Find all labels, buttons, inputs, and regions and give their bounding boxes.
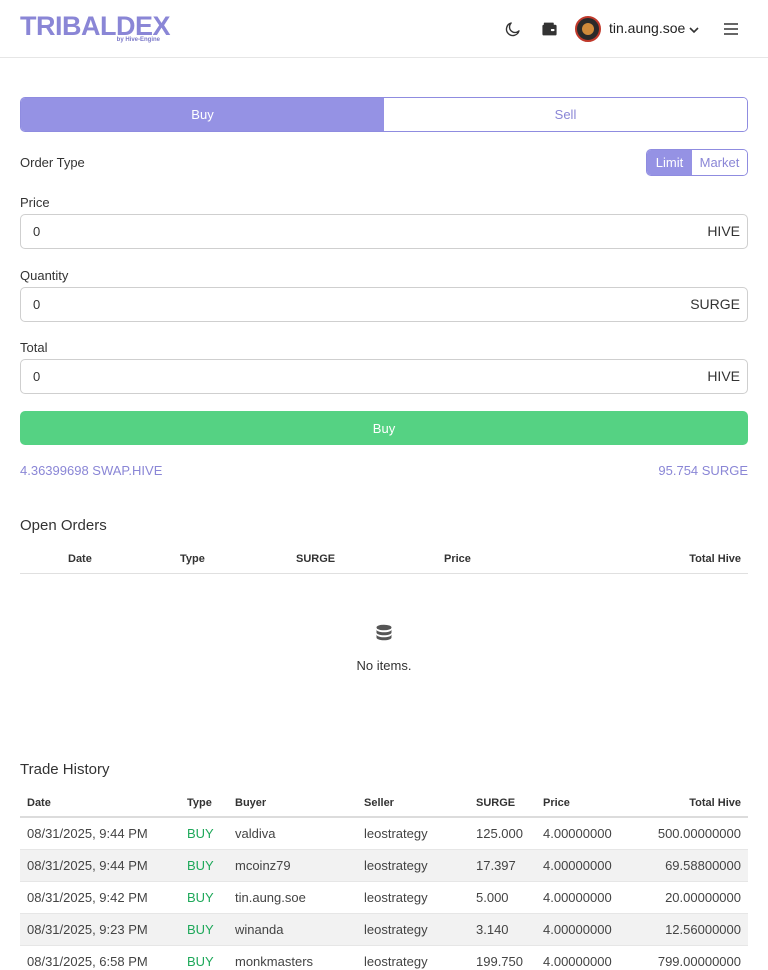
trade-type: BUY <box>187 890 214 905</box>
trade-total: 799.00000000 <box>657 954 741 969</box>
trade-total: 20.00000000 <box>665 890 741 905</box>
total-label: Total <box>20 340 48 355</box>
total-value: 0 <box>33 369 41 384</box>
column-header: Date <box>68 553 92 565</box>
trade-total: 500.00000000 <box>657 826 741 841</box>
trade-buyer[interactable]: mcoinz79 <box>235 858 291 873</box>
trade-seller[interactable]: leostrategy <box>364 890 428 905</box>
trade-total: 69.58800000 <box>665 858 741 873</box>
trade-buyer[interactable]: tin.aung.soe <box>235 890 306 905</box>
wallet-icon[interactable] <box>538 18 560 40</box>
column-header: Buyer <box>235 797 267 809</box>
price-input[interactable]: 0 HIVE <box>20 214 748 249</box>
column-header: SURGE <box>296 553 336 565</box>
total-input[interactable]: 0 HIVE <box>20 359 748 394</box>
column-header: Price <box>543 797 570 809</box>
trade-date: 08/31/2025, 6:58 PM <box>27 954 148 969</box>
trade-date: 08/31/2025, 9:44 PM <box>27 826 148 841</box>
trade-buyer[interactable]: valdiva <box>235 826 275 841</box>
trade-seller[interactable]: leostrategy <box>364 826 428 841</box>
username[interactable]: tin.aung.soe <box>609 20 685 36</box>
trade-type: BUY <box>187 826 214 841</box>
trade-surge: 5.000 <box>476 890 509 905</box>
order-type-toggle: Limit Market <box>646 149 748 176</box>
trade-price: 4.00000000 <box>543 858 612 873</box>
trade-type: BUY <box>187 954 214 969</box>
column-header: Seller <box>364 797 394 809</box>
open-orders-header: Date Type SURGE Price Total Hive <box>20 547 748 574</box>
column-header: Type <box>180 553 205 565</box>
trade-surge: 17.397 <box>476 858 516 873</box>
trade-date: 08/31/2025, 9:23 PM <box>27 922 148 937</box>
trade-total: 12.56000000 <box>665 922 741 937</box>
logo-subtext: by Hive-Engine <box>116 37 160 43</box>
tab-buy[interactable]: Buy <box>21 98 384 131</box>
table-row: 08/31/2025, 9:42 PM BUY tin.aung.soe leo… <box>20 882 748 914</box>
order-type-label: Order Type <box>20 155 85 170</box>
limit-button[interactable]: Limit <box>647 150 692 175</box>
surge-balance[interactable]: 95.754 SURGE <box>658 463 748 478</box>
trade-price: 4.00000000 <box>543 826 612 841</box>
buy-submit-button[interactable]: Buy <box>20 411 748 445</box>
trade-history-header: Date Type Buyer Seller SURGE Price Total… <box>20 792 748 818</box>
avatar[interactable] <box>575 16 601 42</box>
database-icon <box>375 624 393 644</box>
trade-type: BUY <box>187 858 214 873</box>
quantity-unit: SURGE <box>690 296 740 312</box>
trade-seller[interactable]: leostrategy <box>364 954 428 969</box>
trade-date: 08/31/2025, 9:42 PM <box>27 890 148 905</box>
table-row: 08/31/2025, 9:44 PM BUY valdiva leostrat… <box>20 818 748 850</box>
trade-seller[interactable]: leostrategy <box>364 858 428 873</box>
trade-surge: 125.000 <box>476 826 523 841</box>
chevron-down-icon[interactable] <box>688 23 700 35</box>
price-unit: HIVE <box>707 223 740 239</box>
open-orders-title: Open Orders <box>20 517 107 534</box>
trade-date: 08/31/2025, 9:44 PM <box>27 858 148 873</box>
quantity-label: Quantity <box>20 268 69 283</box>
column-header: Total Hive <box>689 553 741 565</box>
menu-icon[interactable] <box>720 18 742 40</box>
column-header: Price <box>444 553 471 565</box>
moon-icon[interactable] <box>502 18 524 40</box>
trade-price: 4.00000000 <box>543 890 612 905</box>
trade-history-title: Trade History <box>20 761 110 778</box>
top-header: TRIBALDEX by Hive-Engine tin.aung.soe <box>0 0 768 58</box>
price-label: Price <box>20 195 50 210</box>
empty-state-text: No items. <box>356 658 412 673</box>
trade-buyer[interactable]: monkmasters <box>235 954 313 969</box>
column-header: Type <box>187 797 212 809</box>
tab-sell[interactable]: Sell <box>384 98 747 131</box>
table-row: 08/31/2025, 9:23 PM BUY winanda leostrat… <box>20 914 748 946</box>
trade-surge: 199.750 <box>476 954 523 969</box>
trade-type: BUY <box>187 922 214 937</box>
column-header: Date <box>27 797 51 809</box>
trade-surge: 3.140 <box>476 922 509 937</box>
trade-price: 4.00000000 <box>543 954 612 969</box>
quantity-value: 0 <box>33 297 41 312</box>
column-header: Total Hive <box>689 797 741 809</box>
price-value: 0 <box>33 224 41 239</box>
buy-sell-tabs: Buy Sell <box>20 97 748 132</box>
market-button[interactable]: Market <box>692 150 747 175</box>
table-row: 08/31/2025, 9:44 PM BUY mcoinz79 leostra… <box>20 850 748 882</box>
trade-seller[interactable]: leostrategy <box>364 922 428 937</box>
logo-text: TRIBALDEX <box>20 11 171 41</box>
column-header: SURGE <box>476 797 516 809</box>
trade-price: 4.00000000 <box>543 922 612 937</box>
hive-balance[interactable]: 4.36399698 SWAP.HIVE <box>20 463 162 478</box>
quantity-input[interactable]: 0 SURGE <box>20 287 748 322</box>
trade-buyer[interactable]: winanda <box>235 922 283 937</box>
table-row: 08/31/2025, 6:58 PM BUY monkmasters leos… <box>20 946 748 970</box>
total-unit: HIVE <box>707 368 740 384</box>
tribaldex-logo[interactable]: TRIBALDEX by Hive-Engine <box>20 11 171 44</box>
